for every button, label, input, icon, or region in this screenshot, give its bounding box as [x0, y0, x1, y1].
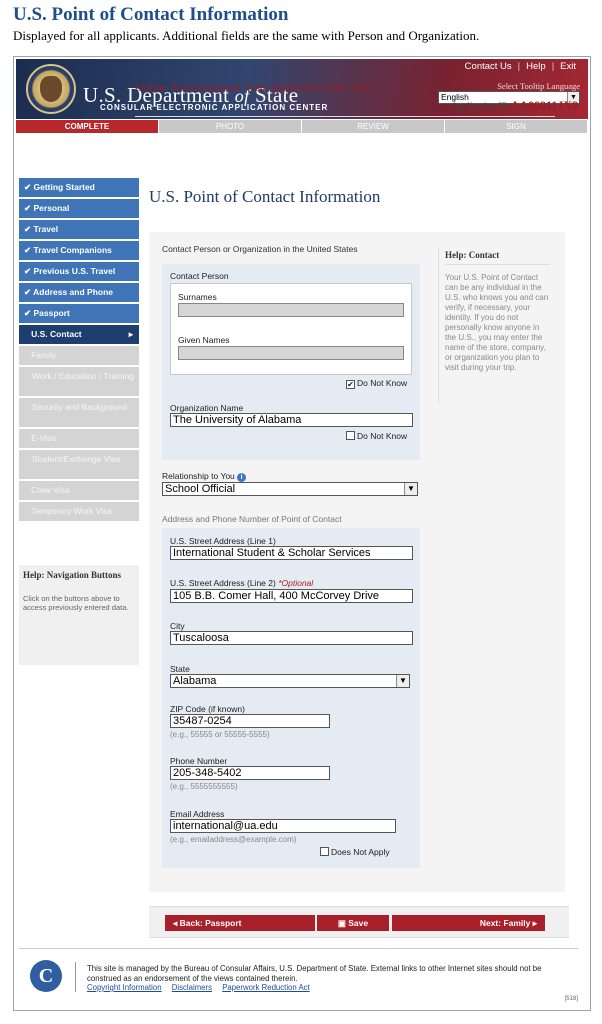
tooltip-language-label: Select Tooltip Language — [497, 81, 580, 91]
chevron-right-icon: ▸ — [128, 329, 133, 339]
progress-step-complete: COMPLETE — [16, 120, 159, 133]
sidebar-item-evisa: E-Visa — [19, 429, 139, 448]
email-label: Email Address — [170, 809, 225, 819]
zip-label: ZIP Code (if known) — [170, 704, 245, 714]
back-button[interactable]: ◂ Back: Passport — [165, 915, 315, 931]
relationship-label: Relationship to You i — [162, 471, 247, 482]
given-names-label: Given Names — [178, 335, 230, 345]
street2-label: U.S. Street Address (Line 2) *Optional — [170, 578, 314, 588]
exit-link[interactable]: Exit — [554, 61, 582, 72]
progress-step-sign: SIGN — [445, 120, 588, 133]
progress-step-review: REVIEW — [302, 120, 445, 133]
email-does-not-apply-checkbox[interactable]: Does Not Apply — [320, 847, 390, 857]
phone-field[interactable]: 205-348-5402 — [170, 766, 330, 780]
chevron-down-icon: ▼ — [396, 675, 409, 687]
zip-hint: (e.g., 55555 or 55555-5555) — [170, 730, 270, 739]
application-id: Application ID AA00911JX9 — [451, 98, 578, 112]
chevron-down-icon: ▼ — [404, 483, 417, 495]
state-label: State — [170, 664, 190, 674]
copyright-link[interactable]: Copyright Information — [87, 983, 162, 992]
sidebar-item-previous-travel[interactable]: ✔ Previous U.S. Travel — [19, 262, 139, 281]
street2-field[interactable]: 105 B.B. Comer Hall, 400 McCorvey Drive — [170, 589, 413, 603]
bureau-logo-icon: C — [30, 960, 62, 992]
sidebar-item-address-phone[interactable]: ✔ Address and Phone — [19, 283, 139, 302]
sidebar-item-us-contact[interactable]: U.S. Contact ▸ — [19, 325, 139, 344]
phone-hint: (e.g., 5555555555) — [170, 782, 238, 791]
sidebar-item-crew-visa: Crew Visa — [19, 481, 139, 500]
surnames-label: Surnames — [178, 292, 217, 302]
help-contact-panel: Help: Contact Your U.S. Point of Contact… — [438, 248, 556, 403]
progress-bar: COMPLETE PHOTO REVIEW SIGN — [16, 120, 588, 133]
progress-step-photo: PHOTO — [159, 120, 302, 133]
street1-label: U.S. Street Address (Line 1) — [170, 536, 276, 546]
sidebar-item-personal[interactable]: ✔ Personal — [19, 199, 139, 218]
surnames-field[interactable] — [178, 303, 404, 317]
next-button[interactable]: Next: Family ▸ — [392, 915, 545, 931]
save-icon: ▣ — [337, 918, 346, 928]
application-name: Online Nonimmigrant Visa Application (DS… — [135, 80, 373, 94]
section-address-label: Address and Phone Number of Point of Con… — [162, 514, 342, 524]
sidebar-item-passport[interactable]: ✔ Passport — [19, 304, 139, 323]
document-subtitle: Displayed for all applicants. Additional… — [13, 28, 480, 43]
zip-field[interactable]: 35487-0254 — [170, 714, 330, 728]
city-field[interactable]: Tuscaloosa — [170, 631, 413, 645]
email-hint: (e.g., emailaddress@example.com) — [170, 835, 297, 844]
street1-field[interactable]: International Student & Scholar Services — [170, 546, 413, 560]
sidebar-item-travel[interactable]: ✔ Travel — [19, 220, 139, 239]
relationship-select[interactable]: School Official ▼ — [162, 482, 418, 496]
sidebar-item-work-education: Work / Education / Training — [19, 367, 139, 396]
organization-label: Organization Name — [170, 403, 244, 413]
info-icon[interactable]: i — [237, 473, 247, 482]
document-title: U.S. Point of Contact Information — [13, 4, 289, 25]
page-code: [518] — [564, 996, 578, 1002]
help-link[interactable]: Help — [520, 61, 552, 72]
page-title: U.S. Point of Contact Information — [149, 187, 381, 206]
top-links: Contact Us | Help | Exit — [459, 61, 582, 72]
organization-field[interactable]: The University of Alabama — [170, 413, 413, 427]
sidebar-item-security: Security and Background — [19, 398, 139, 427]
sidebar-item-travel-companions[interactable]: ✔ Travel Companions — [19, 241, 139, 260]
email-field[interactable]: international@ua.edu — [170, 819, 396, 833]
sidebar-item-family: Family — [19, 346, 139, 365]
given-names-field[interactable] — [178, 346, 404, 360]
phone-label: Phone Number — [170, 756, 228, 766]
ceac-title: CONSULAR ELECTRONIC APPLICATION CENTER — [100, 103, 329, 112]
navigation-buttons: ◂ Back: Passport ▣ Save Next: Family ▸ — [149, 906, 569, 938]
sidebar-item-student-exchange: Student/Exchange Visa — [19, 450, 139, 479]
sidebar-item-getting-started[interactable]: ✔ Getting Started — [19, 178, 139, 197]
contact-us-link[interactable]: Contact Us — [459, 61, 518, 72]
disclaimers-link[interactable]: Disclaimers — [172, 983, 212, 992]
help-navigation-panel: Help: Navigation Buttons Click on the bu… — [19, 565, 139, 665]
contact-do-not-know-checkbox[interactable]: ✔ Do Not Know — [346, 378, 407, 389]
city-label: City — [170, 621, 185, 631]
footer-text: This site is managed by the Bureau of Co… — [87, 964, 542, 983]
contact-person-label: Contact Person — [170, 271, 229, 281]
checkbox-checked-icon: ✔ — [346, 380, 355, 389]
section-contact-label: Contact Person or Organization in the Un… — [162, 244, 358, 254]
department-seal-icon — [26, 64, 76, 114]
paperwork-link[interactable]: Paperwork Reduction Act — [222, 983, 310, 992]
sidebar-nav: ✔ Getting Started ✔ Personal ✔ Travel ✔ … — [19, 178, 139, 523]
org-do-not-know-checkbox[interactable]: Do Not Know — [346, 431, 407, 441]
state-select[interactable]: Alabama ▼ — [170, 674, 410, 688]
save-button[interactable]: ▣ Save — [317, 915, 389, 931]
sidebar-item-temporary-work: Temporary Work Visa — [19, 502, 139, 521]
footer-links: Copyright Information Disclaimers Paperw… — [87, 983, 318, 992]
